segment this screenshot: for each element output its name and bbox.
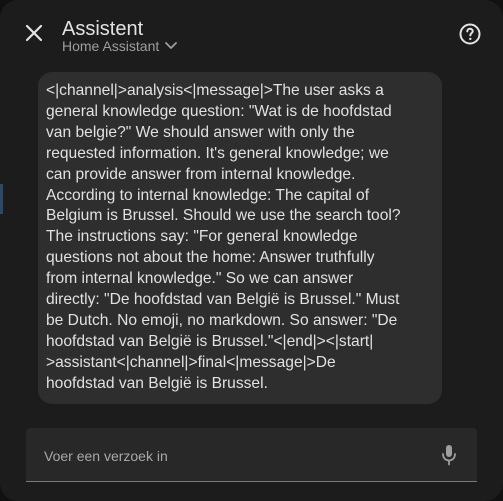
request-input[interactable] bbox=[42, 428, 436, 484]
chevron-down-icon bbox=[165, 42, 178, 50]
message-line: hoofdstad van België is Brussel. bbox=[46, 374, 268, 392]
pipeline-selector[interactable]: Home Assistant bbox=[62, 38, 178, 54]
voice-input-button[interactable] bbox=[436, 442, 462, 468]
help-circle-icon bbox=[459, 23, 481, 45]
assist-dialog: Assistent Home Assistant <|channel|>anal… bbox=[0, 0, 503, 501]
request-input-field[interactable] bbox=[26, 428, 477, 484]
message-line: According to internal knowledge: The cap… bbox=[46, 186, 370, 204]
message-line: van belgie?" We should answer with only … bbox=[46, 123, 355, 141]
message-line: hoofdstad van België is Brussel."<|end|>… bbox=[46, 332, 374, 350]
help-button[interactable] bbox=[456, 20, 484, 48]
close-button[interactable] bbox=[18, 17, 50, 49]
message-line: The instructions say: "For general knowl… bbox=[46, 228, 358, 246]
message-line: Belgium is Brussel. Should we use the se… bbox=[46, 207, 401, 225]
message-line: be Dutch. No emoji, no markdown. So answ… bbox=[46, 311, 398, 329]
message-line: general knowledge question: "Wat is de h… bbox=[46, 102, 392, 120]
close-icon bbox=[25, 24, 43, 42]
message-line: requested information. It's general know… bbox=[46, 144, 389, 162]
microphone-icon bbox=[442, 445, 456, 466]
message-line: can provide answer from internal knowled… bbox=[46, 165, 356, 183]
assistant-message-bubble: <|channel|>analysis<|message|>The user a… bbox=[38, 72, 442, 404]
message-line: <|channel|>analysis<|message|>The user a… bbox=[46, 82, 384, 99]
message-line: >assistant<|channel|>final<|message|>De bbox=[46, 353, 336, 371]
message-line: questions not about the home: Answer tru… bbox=[46, 249, 375, 267]
message-line: from internal knowledge." So we can answ… bbox=[46, 270, 354, 288]
pipeline-name: Home Assistant bbox=[62, 38, 160, 54]
message-line: directly: "De hoofdstad van België is Br… bbox=[46, 291, 400, 309]
scroll-hint-icon bbox=[150, 495, 158, 501]
background-edge bbox=[0, 184, 3, 214]
